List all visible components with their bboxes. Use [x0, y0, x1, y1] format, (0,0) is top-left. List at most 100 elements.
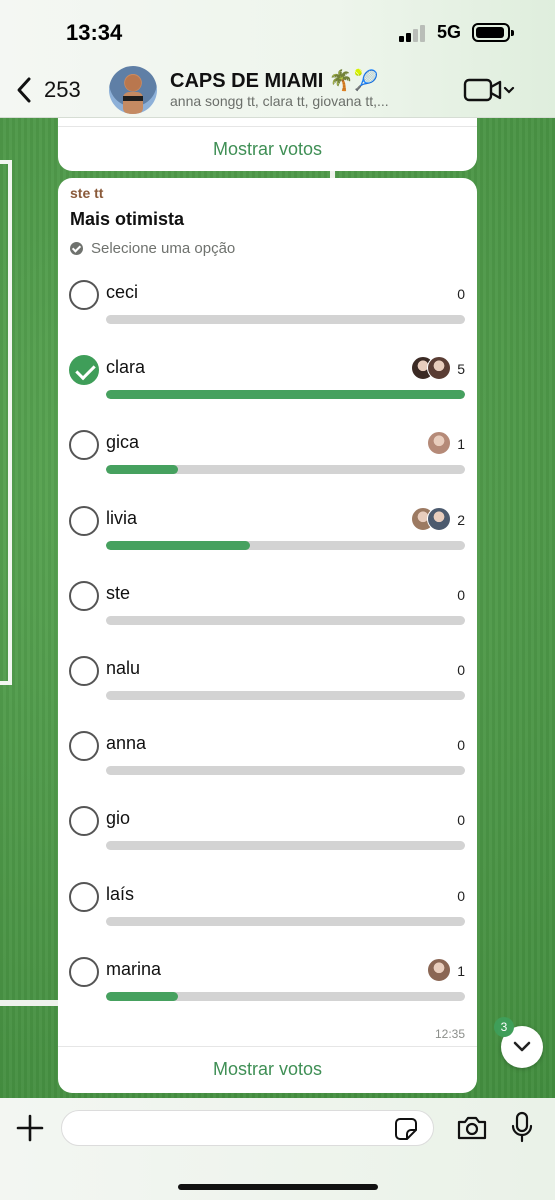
poll-option[interactable]: gica 1 [58, 430, 477, 490]
vote-count: 0 [457, 737, 465, 753]
voter-avatar [427, 958, 451, 982]
poll-option[interactable]: laís 0 [58, 882, 477, 942]
video-call-icon [463, 78, 515, 102]
voter-avatars[interactable] [411, 356, 451, 380]
vote-progress-bar [106, 315, 465, 324]
poll-hint-text: Selecione uma opção [91, 240, 236, 257]
poll-hint: Selecione uma opção [70, 240, 235, 257]
vote-count: 0 [457, 812, 465, 828]
radio-button[interactable] [69, 806, 99, 836]
vote-progress-bar [106, 992, 465, 1001]
vote-count: 1 [457, 963, 465, 979]
radio-button[interactable] [69, 656, 99, 686]
chevron-left-icon [17, 77, 31, 103]
poll-option[interactable]: gio 0 [58, 806, 477, 866]
poll-option-label: ste [106, 583, 131, 603]
poll-question: Mais otimista [70, 209, 185, 229]
camera-icon[interactable] [456, 1115, 488, 1141]
vote-progress-fill [106, 390, 465, 399]
poll-option-label: clara [106, 357, 146, 377]
radio-button[interactable] [69, 430, 99, 460]
poll-option[interactable]: clara 5 [58, 355, 477, 415]
poll-option-label: ceci [106, 282, 139, 302]
divider [58, 126, 477, 127]
video-call-button[interactable] [463, 76, 519, 104]
vote-progress-bar [106, 541, 465, 550]
vote-progress-bar [106, 390, 465, 399]
radio-button[interactable] [69, 957, 99, 987]
poll-option[interactable]: nalu 0 [58, 656, 477, 716]
divider [58, 1046, 477, 1047]
signal-icon [399, 24, 429, 42]
poll-option-label: gica [106, 432, 140, 452]
plus-icon[interactable] [16, 1114, 44, 1142]
poll-option-label: marina [106, 959, 162, 979]
radio-button[interactable] [69, 882, 99, 912]
poll-option-label: livia [106, 508, 138, 528]
vote-count: 2 [457, 512, 465, 528]
poll-option[interactable]: anna 0 [58, 731, 477, 791]
group-avatar[interactable] [109, 66, 157, 114]
back-button[interactable]: 253 [14, 72, 81, 108]
chevron-down-icon [513, 1041, 531, 1052]
group-members: anna songg tt, clara tt, giovana tt,... [170, 93, 389, 109]
poll-option[interactable]: ste 0 [58, 581, 477, 641]
vote-count: 0 [457, 662, 465, 678]
vote-progress-bar [106, 766, 465, 775]
poll-option[interactable]: ceci 0 [58, 280, 477, 340]
wallpaper-field-line [0, 160, 12, 685]
vote-count: 0 [457, 888, 465, 904]
show-votes-button[interactable]: Mostrar votos [58, 139, 477, 160]
voter-avatars[interactable] [427, 431, 451, 455]
poll-option[interactable]: marina 1 [58, 957, 477, 1017]
poll-option-label: nalu [106, 658, 141, 678]
radio-button[interactable] [69, 581, 99, 611]
vote-progress-fill [106, 465, 178, 474]
sticker-icon[interactable] [394, 1117, 418, 1141]
poll-option-label: anna [106, 733, 147, 753]
vote-progress-bar [106, 616, 465, 625]
vote-progress-fill [106, 992, 178, 1001]
poll-option[interactable]: livia 2 [58, 506, 477, 566]
vote-count: 0 [457, 587, 465, 603]
vote-count: 0 [457, 286, 465, 302]
show-votes-button[interactable]: Mostrar votos [58, 1059, 477, 1080]
group-name: CAPS DE MIAMI [170, 70, 324, 92]
home-indicator [178, 1184, 378, 1190]
status-time: 13:34 [66, 20, 123, 45]
check-circle-icon [70, 242, 83, 255]
voter-avatar [427, 431, 451, 455]
battery-icon [472, 23, 514, 42]
group-title[interactable]: CAPS DE MIAMI 🌴🎾 [170, 68, 379, 93]
radio-button[interactable] [69, 506, 99, 536]
checked-radio-icon[interactable] [69, 355, 99, 385]
wallpaper-field-line [0, 1000, 60, 1006]
previous-poll-card: Mostrar votos [58, 118, 477, 171]
voter-avatars[interactable] [427, 958, 451, 982]
vote-progress-bar [106, 465, 465, 474]
group-title-emojis: 🌴🎾 [328, 70, 379, 92]
radio-button[interactable] [69, 731, 99, 761]
microphone-icon[interactable] [510, 1111, 534, 1143]
voter-avatar [427, 356, 451, 380]
radio-button[interactable] [69, 280, 99, 310]
poll-message: ste tt Mais otimista Selecione uma opção… [58, 178, 477, 1093]
wallpaper-field-mark [330, 170, 335, 178]
voter-avatars[interactable] [411, 507, 451, 531]
sender-name: ste tt [70, 185, 104, 201]
vote-count: 1 [457, 436, 465, 452]
vote-progress-bar [106, 917, 465, 926]
message-input[interactable] [61, 1110, 434, 1146]
vote-progress-bar [106, 691, 465, 700]
poll-option-label: laís [106, 884, 135, 904]
vote-count: 5 [457, 361, 465, 377]
unread-badge: 3 [494, 1017, 514, 1037]
message-time: 12:35 [434, 1027, 465, 1041]
vote-progress-fill [106, 541, 250, 550]
voter-avatar [427, 507, 451, 531]
unread-chats-count: 253 [44, 77, 81, 102]
poll-option-label: gio [106, 808, 131, 828]
chat-header: 13:34 5G 253 CAPS DE MIAMI 🌴🎾 anna songg… [0, 0, 555, 118]
network-type: 5G [437, 22, 462, 42]
vote-progress-bar [106, 841, 465, 850]
